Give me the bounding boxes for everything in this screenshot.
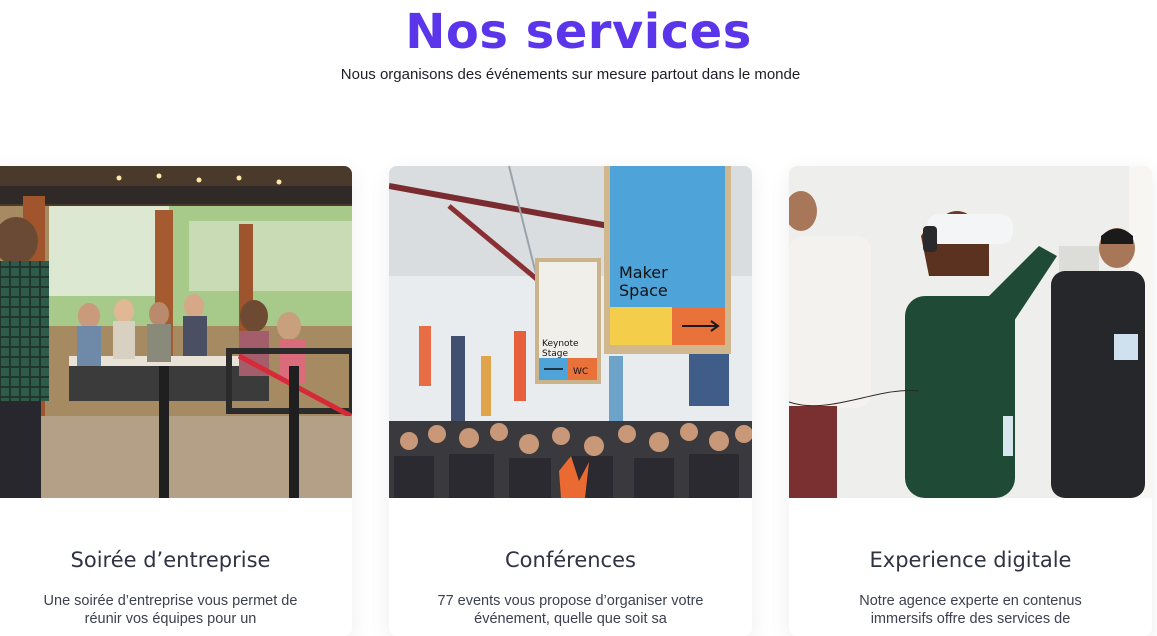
svg-text:Keynote: Keynote	[542, 339, 579, 349]
keynote-stage-sign: Keynote Stage WC	[535, 258, 601, 384]
service-card-soiree[interactable]: Soirée d’entreprise Une soirée d’entrepr…	[0, 166, 352, 636]
maker-space-sign: Maker Space	[604, 166, 731, 354]
service-card-conferences[interactable]: Maker Space Keynote Stage WC Conférences…	[389, 166, 752, 636]
conferences-photo: Maker Space Keynote Stage WC	[389, 166, 752, 498]
page-title: Nos services	[405, 4, 752, 60]
page-subtitle: Nous organisons des événements sur mesur…	[340, 66, 801, 83]
svg-text:Stage: Stage	[542, 349, 568, 359]
svg-text:WC: WC	[573, 367, 588, 377]
card-title: Soirée d’entreprise	[70, 548, 271, 572]
digital-photo	[789, 166, 1152, 498]
card-title: Experience digitale	[869, 548, 1072, 572]
service-card-digital[interactable]: Experience digitale Notre agence experte…	[789, 166, 1152, 636]
soiree-photo	[0, 166, 352, 498]
svg-text:Space: Space	[619, 281, 668, 300]
card-title: Conférences	[505, 548, 636, 572]
svg-text:Maker: Maker	[619, 263, 668, 282]
